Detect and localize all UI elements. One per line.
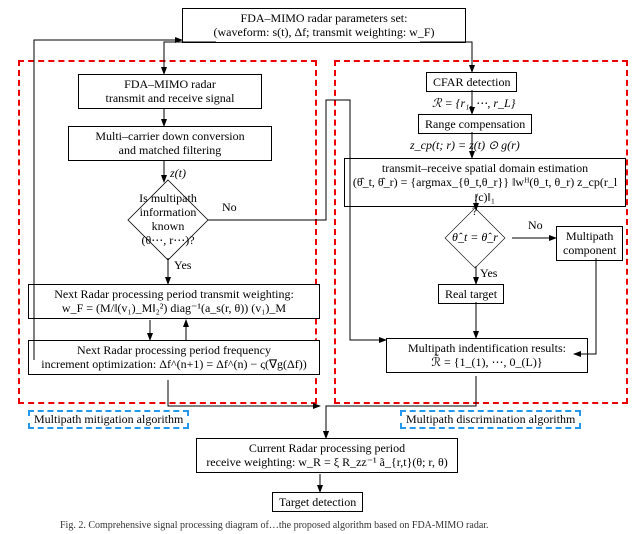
arrows	[0, 0, 640, 534]
